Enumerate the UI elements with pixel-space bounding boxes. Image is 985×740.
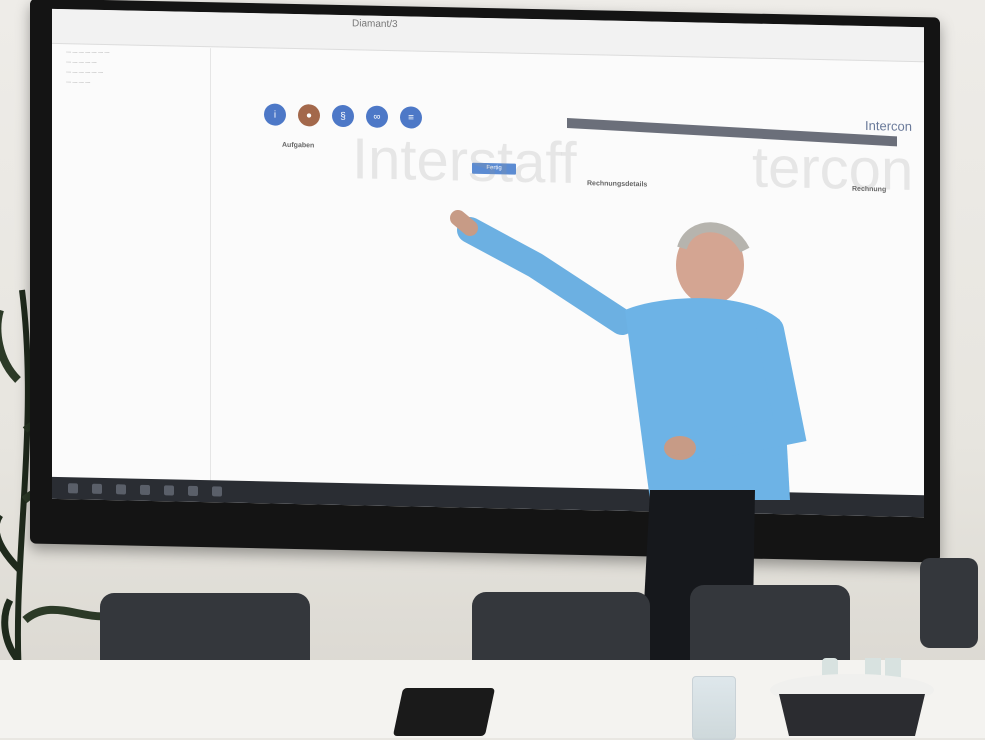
- attachment-icon[interactable]: §: [332, 104, 354, 128]
- bucket-body: [779, 694, 925, 736]
- laptop: [392, 688, 496, 736]
- display-frame: Diamant/3 — — — — — — — — — — — — — — — …: [30, 0, 940, 563]
- section-rechnungsdetails: Rechnungsdetails: [587, 180, 648, 189]
- bottle-bucket: [770, 658, 934, 736]
- user-icon[interactable]: ●: [298, 104, 320, 127]
- action-toolbar: i ● § ∞ ≡: [264, 103, 422, 129]
- watermark-left: Interstaff: [352, 126, 577, 196]
- projected-screen: Diamant/3 — — — — — — — — — — — — — — — …: [52, 8, 924, 518]
- list-item: — — — — — —: [66, 69, 103, 76]
- list-item: — — — —: [66, 79, 91, 86]
- drinking-glass: [692, 676, 736, 740]
- left-list: — — — — — — — — — — — — — — — — — — — — …: [60, 45, 211, 489]
- taskbar-icon[interactable]: [188, 485, 198, 496]
- section-aufgaben: Aufgaben: [282, 141, 315, 150]
- taskbar-icon[interactable]: [164, 485, 174, 496]
- list-item: — — — — —: [66, 59, 97, 66]
- taskbar-icon[interactable]: [92, 483, 102, 494]
- taskbar-icon[interactable]: [140, 484, 150, 495]
- taskbar: [52, 476, 924, 518]
- taskbar-icon[interactable]: [212, 486, 222, 497]
- info-icon[interactable]: i: [264, 103, 286, 126]
- list-item: — — — — — — —: [66, 49, 110, 57]
- watermark-right: tercon: [752, 134, 914, 203]
- app-title: Diamant/3: [352, 18, 398, 31]
- start-icon[interactable]: [68, 483, 78, 494]
- brand-label: Intercon: [865, 117, 912, 134]
- taskbar-icon[interactable]: [116, 484, 126, 495]
